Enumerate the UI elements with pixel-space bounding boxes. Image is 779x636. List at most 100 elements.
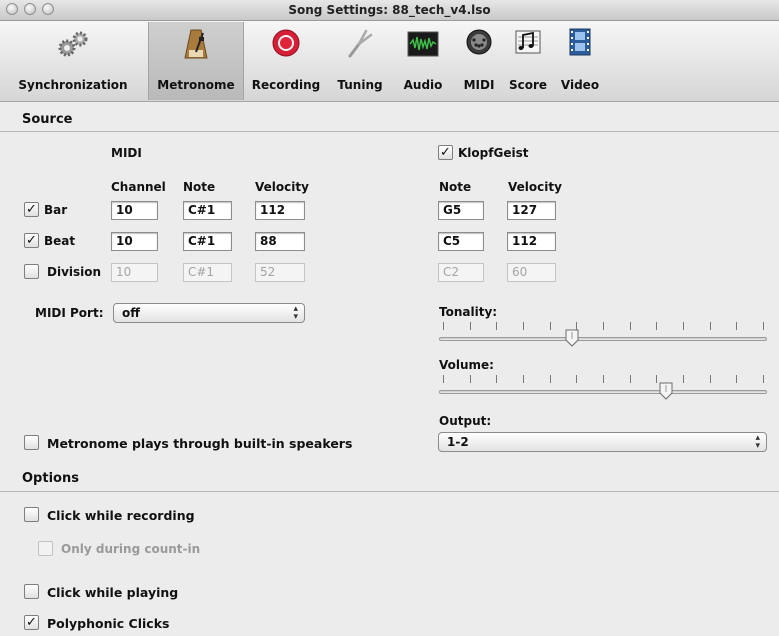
slider-tick — [683, 375, 684, 383]
gears-icon — [56, 28, 90, 61]
volume-slider-thumb[interactable] — [659, 382, 673, 400]
slider-tick — [736, 322, 737, 330]
midi-port-icon — [465, 28, 493, 59]
slider-tick — [630, 375, 631, 383]
slider-tick — [656, 322, 657, 330]
beat-note-field[interactable]: C#1 — [183, 232, 232, 251]
tab-label: Audio — [403, 78, 443, 92]
division-label: Division — [47, 265, 102, 279]
slider-tick — [496, 322, 497, 330]
division-velocity-field: 52 — [255, 263, 305, 282]
tonality-slider-thumb[interactable] — [565, 329, 579, 347]
bar-checkbox[interactable]: ✓ — [24, 202, 39, 217]
tab-label: Video — [560, 78, 600, 92]
bar-note-field[interactable]: C#1 — [183, 201, 232, 220]
bar-kg-velocity-field[interactable]: 127 — [507, 201, 556, 220]
bar-channel-field[interactable]: 10 — [111, 201, 158, 220]
slider-tick — [603, 375, 604, 383]
tab-label: Score — [508, 78, 548, 92]
window-title: Song Settings: 88_tech_v4.lso — [288, 3, 491, 17]
midi-port-label: MIDI Port: — [35, 306, 104, 320]
tab-label: Synchronization — [18, 78, 128, 92]
beat-kg-note-field[interactable]: C5 — [438, 232, 484, 251]
slider-tick — [550, 375, 551, 383]
midi-port-popup[interactable]: off ▴ ▾ — [113, 303, 305, 323]
beat-kg-velocity-field[interactable]: 112 — [507, 232, 556, 251]
only-during-countin-checkbox — [38, 541, 53, 556]
volume-slider[interactable] — [439, 375, 767, 400]
metronome-icon — [183, 28, 209, 63]
music-notes-icon — [514, 28, 542, 59]
beat-channel-field[interactable]: 10 — [111, 232, 158, 251]
midi-port-value: off — [122, 306, 140, 320]
slider-tick — [763, 322, 764, 330]
polyphonic-clicks-checkbox[interactable]: ✓ — [24, 615, 39, 630]
click-while-playing-label: Click while playing — [47, 585, 179, 600]
division-note-field: C#1 — [183, 263, 232, 282]
beat-checkbox[interactable]: ✓ — [24, 233, 39, 248]
slider-tick — [630, 322, 631, 330]
output-popup[interactable]: 1-2 ▴ ▾ — [438, 432, 767, 452]
click-while-playing-checkbox[interactable] — [24, 584, 39, 599]
division-kg-velocity-field: 60 — [507, 263, 556, 282]
polyphonic-clicks-label: Polyphonic Clicks — [47, 616, 170, 631]
waveform-icon — [407, 28, 439, 60]
tab-label: Metronome — [157, 78, 235, 92]
klopfgeist-checkbox[interactable]: ✓ — [438, 145, 453, 160]
tab-tuning[interactable]: Tuning — [330, 22, 390, 100]
tab-recording[interactable]: Recording — [244, 22, 328, 100]
slider-tick — [523, 322, 524, 330]
tonality-slider-track — [439, 337, 767, 341]
popup-arrows-icon: ▴ ▾ — [293, 304, 298, 322]
tab-label: Recording — [251, 78, 321, 92]
source-section-title: Source — [22, 112, 73, 127]
beat-velocity-field[interactable]: 88 — [255, 232, 305, 251]
click-while-recording-checkbox[interactable] — [24, 507, 39, 522]
only-during-countin-label: Only during count-in — [61, 542, 201, 556]
click-while-recording-label: Click while recording — [47, 508, 195, 523]
midi-header: MIDI — [111, 146, 142, 160]
tab-metronome[interactable]: Metronome — [148, 22, 244, 100]
volume-label: Volume: — [439, 358, 494, 372]
volume-slider-track — [439, 390, 767, 394]
bar-kg-note-field[interactable]: G5 — [438, 201, 484, 220]
bar-label: Bar — [44, 203, 68, 217]
slider-tick — [710, 322, 711, 330]
slider-tick — [683, 322, 684, 330]
division-checkbox[interactable] — [24, 264, 39, 279]
slider-tick — [763, 375, 764, 383]
slider-tick — [656, 375, 657, 383]
source-divider — [0, 131, 779, 132]
output-label: Output: — [439, 414, 492, 428]
tab-midi[interactable]: MIDI — [456, 22, 502, 100]
tab-audio[interactable]: Audio — [398, 22, 448, 100]
klopfgeist-label: KlopfGeist — [458, 146, 529, 160]
tab-synchronization[interactable]: Synchronization — [0, 22, 146, 100]
film-icon — [569, 28, 591, 59]
tonality-label: Tonality: — [439, 305, 498, 319]
record-icon — [271, 28, 301, 61]
slider-tick — [523, 375, 524, 383]
builtin-speakers-label: Metronome plays through built-in speaker… — [47, 436, 353, 451]
tab-score[interactable]: Score — [506, 22, 550, 100]
note-column-header: Note — [183, 180, 216, 194]
popup-arrows-icon: ▴ ▾ — [755, 433, 760, 451]
slider-tick — [603, 322, 604, 330]
builtin-speakers-checkbox[interactable] — [24, 435, 39, 450]
options-divider — [0, 491, 779, 492]
tonality-slider[interactable] — [439, 322, 767, 347]
slider-tick — [443, 322, 444, 330]
tab-label: MIDI — [463, 78, 495, 92]
slider-tick — [443, 375, 444, 383]
channel-column-header: Channel — [111, 180, 166, 194]
slider-tick — [550, 322, 551, 330]
slider-tick — [470, 375, 471, 383]
beat-label: Beat — [44, 234, 76, 248]
kg-velocity-column-header: Velocity — [508, 180, 562, 194]
division-kg-note-field: C2 — [438, 263, 484, 282]
division-channel-field: 10 — [111, 263, 158, 282]
slider-tick — [576, 375, 577, 383]
bar-velocity-field[interactable]: 112 — [255, 201, 305, 220]
slider-tick — [470, 322, 471, 330]
tab-video[interactable]: Video — [554, 22, 606, 100]
